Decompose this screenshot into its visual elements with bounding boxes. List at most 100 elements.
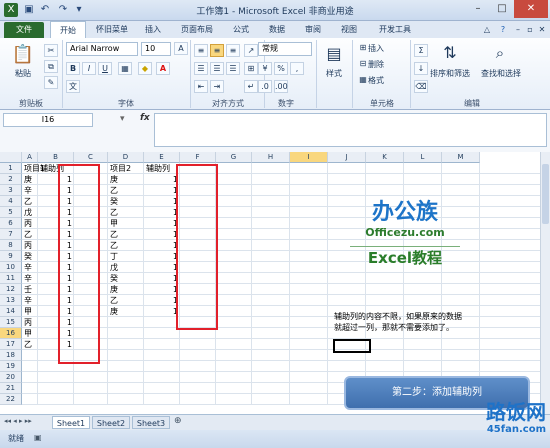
cell-a11[interactable]: 辛: [24, 273, 36, 284]
namebox-dropdown-icon[interactable]: ▾: [120, 114, 130, 124]
cell-d14[interactable]: 庚: [110, 306, 142, 317]
cell-d2[interactable]: 庚: [110, 174, 142, 185]
styles-icon[interactable]: ▤: [320, 42, 348, 66]
insert-cells-button[interactable]: 插入: [368, 43, 394, 54]
decrease-decimal-icon[interactable]: .00: [274, 80, 288, 93]
row-header-15[interactable]: 15: [0, 317, 22, 328]
cell-d1[interactable]: 项目2: [110, 163, 142, 174]
find-select-icon[interactable]: ⌕: [480, 42, 520, 64]
cell-a8[interactable]: 丙: [24, 240, 36, 251]
align-center-icon[interactable]: ☰: [210, 62, 224, 75]
row-header-21[interactable]: 21: [0, 383, 22, 394]
row-header-17[interactable]: 17: [0, 339, 22, 350]
macro-record-icon[interactable]: ▣: [34, 433, 48, 442]
column-header-h[interactable]: H: [252, 152, 290, 163]
cell-d4[interactable]: 癸: [110, 196, 142, 207]
cell-d6[interactable]: 甲: [110, 218, 142, 229]
tab-view[interactable]: 视图: [332, 21, 366, 38]
select-all-corner[interactable]: [0, 152, 22, 163]
row-header-13[interactable]: 13: [0, 295, 22, 306]
doc-minimize-icon[interactable]: –: [512, 21, 524, 38]
row-header-7[interactable]: 7: [0, 229, 22, 240]
sheet-tab-1[interactable]: Sheet1: [52, 416, 90, 429]
row-header-1[interactable]: 1: [0, 163, 22, 174]
help-icon[interactable]: ?: [496, 21, 510, 38]
delete-cells-button[interactable]: 删除: [368, 59, 394, 70]
row-header-9[interactable]: 9: [0, 251, 22, 262]
cell-e9[interactable]: 1: [146, 251, 178, 262]
close-icon[interactable]: ✕: [514, 0, 548, 18]
format-painter-icon[interactable]: ✎: [44, 76, 58, 89]
sheet-nav-icon[interactable]: ◂◂ ◂ ▸ ▸▸: [4, 417, 44, 425]
cell-e1[interactable]: 辅助列: [146, 163, 178, 174]
autosum-icon[interactable]: Σ: [414, 44, 428, 57]
underline-icon[interactable]: U: [98, 62, 112, 75]
cell-a4[interactable]: 乙: [24, 196, 36, 207]
tab-home[interactable]: 开始: [50, 21, 86, 38]
cell-d11[interactable]: 癸: [110, 273, 142, 284]
wrap-text-icon[interactable]: ↵: [244, 80, 258, 93]
cell-a16[interactable]: 甲: [24, 328, 36, 339]
cell-a13[interactable]: 辛: [24, 295, 36, 306]
maximize-icon[interactable]: □: [490, 0, 514, 18]
row-header-18[interactable]: 18: [0, 350, 22, 361]
sheet-tab-2[interactable]: Sheet2: [92, 416, 130, 429]
column-header-j[interactable]: J: [328, 152, 366, 163]
cell-d5[interactable]: 乙: [110, 207, 142, 218]
cell-e7[interactable]: 1: [146, 229, 178, 240]
align-left-icon[interactable]: ☰: [194, 62, 208, 75]
minimize-ribbon-icon[interactable]: △: [480, 21, 494, 38]
increase-indent-icon[interactable]: ⇥: [210, 80, 224, 93]
row-header-12[interactable]: 12: [0, 284, 22, 295]
row-header-20[interactable]: 20: [0, 372, 22, 383]
column-header-e[interactable]: E: [144, 152, 180, 163]
row-header-11[interactable]: 11: [0, 273, 22, 284]
merge-center-icon[interactable]: ⊞: [244, 62, 258, 75]
column-header-c[interactable]: C: [74, 152, 108, 163]
cell-a7[interactable]: 乙: [24, 229, 36, 240]
cell-a15[interactable]: 丙: [24, 317, 36, 328]
column-header-d[interactable]: D: [108, 152, 144, 163]
cell-e5[interactable]: 1: [146, 207, 178, 218]
clear-icon[interactable]: ⌫: [414, 80, 428, 93]
sort-filter-icon[interactable]: ⇅: [430, 42, 470, 64]
cell-e6[interactable]: 1: [146, 218, 178, 229]
vertical-scrollbar[interactable]: [540, 152, 550, 414]
find-select-button[interactable]: 查找和选择: [474, 68, 528, 79]
align-right-icon[interactable]: ☰: [226, 62, 240, 75]
column-header-i[interactable]: I: [290, 152, 328, 163]
cell-e12[interactable]: 1: [146, 284, 178, 295]
cell-d3[interactable]: 乙: [110, 185, 142, 196]
fx-icon[interactable]: fx: [140, 113, 154, 123]
bold-icon[interactable]: B: [66, 62, 80, 75]
italic-icon[interactable]: I: [82, 62, 96, 75]
worksheet-grid[interactable]: A B C D E F G H I J K L M 1 2 3 4 5 6 7 8 9 10 11 12 13 14 15 16 17 18…: [0, 152, 540, 414]
cell-e8[interactable]: 1: [146, 240, 178, 251]
increase-decimal-icon[interactable]: .0: [258, 80, 272, 93]
name-box[interactable]: I16: [3, 113, 93, 127]
cell-d7[interactable]: 乙: [110, 229, 142, 240]
cell-a17[interactable]: 乙: [24, 339, 36, 350]
font-color-icon[interactable]: A: [156, 62, 170, 75]
new-sheet-icon[interactable]: ⊕: [174, 416, 188, 426]
copy-icon[interactable]: ⧉: [44, 60, 58, 73]
fill-color-icon[interactable]: ◆: [138, 62, 152, 75]
formula-input[interactable]: [154, 113, 547, 147]
cell-a10[interactable]: 辛: [24, 262, 36, 273]
row-header-6[interactable]: 6: [0, 218, 22, 229]
row-header-5[interactable]: 5: [0, 207, 22, 218]
sort-filter-button[interactable]: 排序和筛选: [424, 68, 476, 79]
borders-icon[interactable]: ▦: [118, 62, 132, 75]
grow-font-icon[interactable]: A: [174, 42, 188, 55]
number-format-combo[interactable]: 常规: [258, 42, 312, 56]
tab-file[interactable]: 文件: [4, 22, 44, 38]
cell-e14[interactable]: 1: [146, 306, 178, 317]
cell-d8[interactable]: 乙: [110, 240, 142, 251]
minimize-icon[interactable]: –: [466, 0, 490, 18]
cell-a6[interactable]: 丙: [24, 218, 36, 229]
row-header-4[interactable]: 4: [0, 196, 22, 207]
row-header-16[interactable]: 16: [0, 328, 22, 339]
cell-e10[interactable]: 1: [146, 262, 178, 273]
row-header-8[interactable]: 8: [0, 240, 22, 251]
paste-icon[interactable]: 📋: [8, 42, 38, 70]
